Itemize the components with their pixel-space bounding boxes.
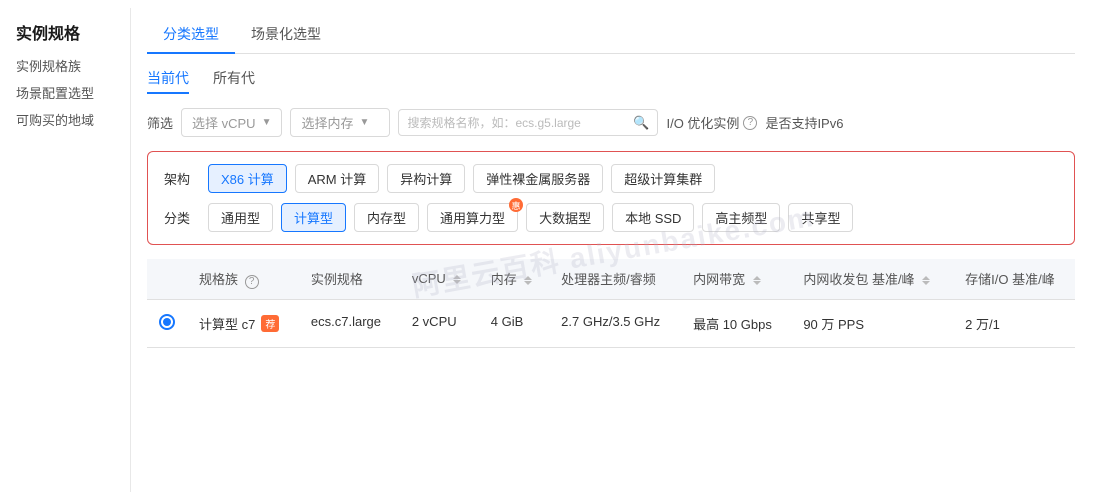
cat-tag-general-compute[interactable]: 通用算力型 惠 [427, 203, 518, 232]
tab-scene[interactable]: 场景化选型 [235, 16, 337, 54]
spec-table: 规格族 ? 实例规格 vCPU 内存 [147, 259, 1075, 348]
memory-select[interactable]: 选择内存 ▼ [290, 108, 390, 137]
arch-tag-baremetal[interactable]: 弹性裸金属服务器 [473, 164, 603, 193]
cat-tag-general[interactable]: 通用型 [208, 203, 273, 232]
main-content: 分类选型 场景化选型 当前代 所有代 筛选 选择 vCPU ▼ 选择内存 ▼ 搜… [131, 0, 1095, 500]
cat-tag-bigdata[interactable]: 大数据型 [526, 203, 604, 232]
table-row: 计算型 c7 荐 ecs.c7.large 2 vCPU 4 GiB 2.7 G… [147, 299, 1075, 347]
arch-tag-hetero[interactable]: 异构计算 [387, 164, 465, 193]
row-spec-cell: ecs.c7.large [299, 299, 400, 347]
vcpu-select-text: 选择 vCPU [192, 113, 256, 132]
sidebar-item-region[interactable]: 可购买的地域 [16, 110, 114, 129]
family-recommend-badge: 荐 [261, 315, 279, 332]
row-memory-cell: 4 GiB [479, 299, 549, 347]
spec-search[interactable]: 搜索规格名称，如：ecs.g5.large 🔍 [398, 109, 658, 136]
family-with-badge: 计算型 c7 荐 [199, 314, 287, 333]
io-optimize-filter: I/O 优化实例 ? [666, 113, 757, 132]
sidebar-title: 实例规格 [16, 20, 114, 44]
row-freq-cell: 2.7 GHz/3.5 GHz [549, 299, 681, 347]
th-vcpu: vCPU [400, 259, 479, 299]
tab-current-gen[interactable]: 当前代 [147, 68, 189, 94]
bandwidth-sort-icon[interactable] [753, 276, 761, 285]
family-help-icon[interactable]: ? [245, 275, 259, 289]
cat-tag-highfreq[interactable]: 高主频型 [702, 203, 780, 232]
arch-tag-supercluster[interactable]: 超级计算集群 [611, 164, 715, 193]
row-pps-cell: 90 万 PPS [791, 299, 953, 347]
th-spec: 实例规格 [299, 259, 400, 299]
cat-tag-shared[interactable]: 共享型 [788, 203, 853, 232]
th-freq: 处理器主频/睿频 [549, 259, 681, 299]
arch-tag-x86[interactable]: X86 计算 [208, 164, 287, 193]
row-bandwidth-cell: 最高 10 Gbps [681, 299, 791, 347]
category-row: 分类 通用型 计算型 内存型 通用算力型 惠 [164, 203, 1058, 232]
sidebar-item-scene[interactable]: 场景配置选型 [16, 83, 114, 102]
table-header-row: 规格族 ? 实例规格 vCPU 内存 [147, 259, 1075, 299]
vcpu-dropdown-arrow: ▼ [262, 117, 272, 128]
arch-panel: 架构 X86 计算 ARM 计算 异构计算 弹性裸金属服务器 超 [147, 151, 1075, 245]
search-icon[interactable]: 🔍 [633, 115, 649, 131]
memory-select-text: 选择内存 [301, 113, 353, 132]
ipv6-filter: 是否支持IPv6 [765, 113, 843, 132]
row-storage-cell: 2 万/1 [953, 299, 1075, 347]
row-radio-btn[interactable] [159, 314, 175, 330]
arch-tag-list: X86 计算 ARM 计算 异构计算 弹性裸金属服务器 超级计算集群 [208, 164, 715, 193]
arch-label: 架构 [164, 169, 196, 188]
arch-tag-arm[interactable]: ARM 计算 [295, 164, 380, 193]
row-select-cell[interactable] [147, 299, 187, 347]
gen-tabs: 当前代 所有代 [147, 68, 1075, 94]
th-storage: 存储I/O 基准/峰 [953, 259, 1075, 299]
category-tag-list: 通用型 计算型 内存型 通用算力型 惠 大数据型 [208, 203, 853, 232]
tab-all-gen[interactable]: 所有代 [213, 68, 255, 94]
row-vcpu-cell: 2 vCPU [400, 299, 479, 347]
cat-tag-compute[interactable]: 计算型 [281, 203, 346, 232]
vcpu-sort-icon[interactable] [453, 275, 461, 284]
cat-tag-localssd[interactable]: 本地 SSD [612, 203, 694, 232]
category-label: 分类 [164, 208, 196, 227]
sidebar-item-family[interactable]: 实例规格族 [16, 56, 114, 75]
recommend-badge: 惠 [509, 198, 523, 212]
th-memory: 内存 [479, 259, 549, 299]
th-select [147, 259, 187, 299]
arch-row: 架构 X86 计算 ARM 计算 异构计算 弹性裸金属服务器 超 [164, 164, 1058, 193]
filter-row: 筛选 选择 vCPU ▼ 选择内存 ▼ 搜索规格名称，如：ecs.g5.larg… [147, 108, 1075, 137]
th-bandwidth: 内网带宽 [681, 259, 791, 299]
memory-dropdown-arrow: ▼ [360, 117, 370, 128]
search-placeholder-text: 搜索规格名称，如：ecs.g5.large [407, 114, 627, 131]
spec-table-wrap: 规格族 ? 实例规格 vCPU 内存 [147, 259, 1075, 500]
tab-classify[interactable]: 分类选型 [147, 16, 235, 54]
pps-sort-icon[interactable] [922, 276, 930, 285]
th-family: 规格族 ? [187, 259, 299, 299]
io-help-icon[interactable]: ? [743, 116, 757, 130]
row-family-cell: 计算型 c7 荐 [187, 299, 299, 347]
filter-label: 筛选 [147, 113, 173, 132]
vcpu-select[interactable]: 选择 vCPU ▼ [181, 108, 282, 137]
top-tabs: 分类选型 场景化选型 [147, 16, 1075, 54]
memory-sort-icon[interactable] [524, 276, 532, 285]
cat-tag-memory[interactable]: 内存型 [354, 203, 419, 232]
th-pps: 内网收发包 基准/峰 [791, 259, 953, 299]
io-label: I/O 优化实例 [666, 113, 739, 132]
sidebar: 实例规格 实例规格族 场景配置选型 可购买的地域 [0, 0, 130, 500]
